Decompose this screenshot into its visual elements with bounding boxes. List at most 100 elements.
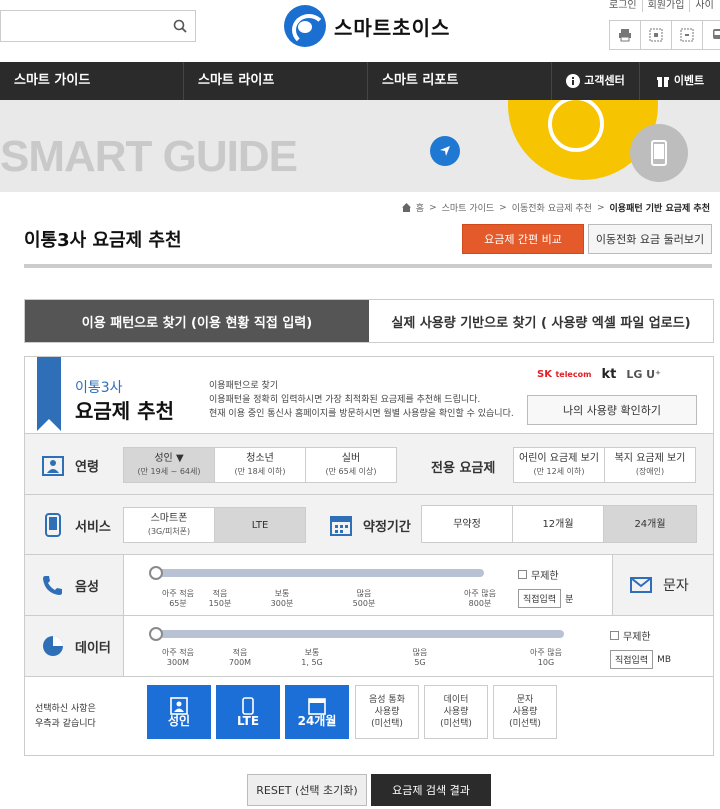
summary-value: 성인	[167, 714, 191, 728]
nav-smart-report[interactable]: 스마트 리포트	[368, 62, 552, 100]
sms-label-text: 문자	[663, 578, 689, 594]
nav-smart-guide[interactable]: 스마트 가이드	[0, 62, 184, 100]
logo-icon	[284, 5, 326, 47]
description-line: 현재 이용 중인 통신사 홈페이지를 방문하시면 월별 사용량을 확인할 수 있…	[209, 409, 514, 419]
voice-unlimited-checkbox[interactable]: 무제한	[518, 567, 559, 582]
sms-label[interactable]: 문자	[629, 573, 689, 597]
login-link[interactable]: 로그인	[604, 0, 642, 12]
breadcrumb-plan-recommend[interactable]: 이동전화 요금제 추천	[512, 201, 592, 214]
data-direct-input: 직접입력 MB	[610, 650, 671, 669]
summary-age[interactable]: 성인	[147, 685, 211, 739]
tab-actual-usage[interactable]: 실제 사용량 기반으로 찾기 ( 사용량 엑셀 파일 업로드)	[369, 300, 713, 342]
event-label: 이벤트	[673, 74, 705, 87]
search-input[interactable]	[1, 11, 161, 41]
voice-direct-field[interactable]: 직접입력	[518, 589, 562, 608]
reset-button[interactable]: RESET (선택 초기화)	[247, 774, 367, 806]
tick-label: 아주 많음	[530, 648, 562, 657]
my-usage-button[interactable]: 나의 사용량 확인하기	[527, 395, 697, 425]
contract-option-12[interactable]: 12개월	[512, 505, 604, 543]
search-icon[interactable]	[173, 19, 187, 33]
plan-compare-button[interactable]: 요금제 간편 비교	[462, 224, 584, 254]
voice-tick: 아주 많음 800분	[458, 589, 502, 609]
nav-customer-center[interactable]: 고객센터	[552, 62, 640, 100]
contract-option-none[interactable]: 무약정	[421, 505, 513, 543]
breadcrumb-separator: >	[499, 202, 507, 213]
contract-option-24[interactable]: 24개월	[603, 505, 697, 543]
calendar-icon	[329, 513, 353, 537]
zoom-out-button[interactable]	[671, 20, 703, 50]
smartphone-icon	[41, 513, 65, 537]
search-results-button[interactable]: 요금제 검색 결과	[371, 774, 491, 806]
breadcrumb-smart-guide[interactable]: 스마트 가이드	[442, 201, 495, 214]
tick-value: 5G	[414, 658, 426, 667]
breadcrumb-separator: >	[429, 202, 437, 213]
zoom-in-button[interactable]	[640, 20, 672, 50]
site-logo[interactable]: 스마트초이스	[284, 5, 450, 47]
data-slider-track[interactable]	[156, 630, 564, 638]
search-box	[0, 10, 196, 42]
summary-value: 24개월	[297, 714, 337, 728]
logo-text: 스마트초이스	[334, 15, 451, 40]
option-sub: (3G/피처폰)	[147, 527, 191, 536]
voice-label-text: 음성	[75, 579, 99, 595]
tick-label: 많음	[412, 648, 428, 657]
summary-voice[interactable]: 음성 통화 사용량 (미선택)	[355, 685, 419, 739]
service-row: 서비스 스마트폰 (3G/피처폰) LTE 약정기간 무약정 12개월 24개월	[25, 495, 713, 555]
print-button[interactable]	[609, 20, 641, 50]
customer-center-label: 고객센터	[584, 74, 625, 87]
data-unlimited-checkbox[interactable]: 무제한	[610, 628, 651, 643]
service-label-text: 서비스	[75, 519, 111, 535]
voice-unit: 분	[565, 595, 574, 605]
voice-slider-handle[interactable]	[149, 566, 163, 580]
calendar-icon	[308, 698, 326, 715]
welfare-plan-button[interactable]: 복지 요금제 보기 (장애인)	[604, 447, 696, 483]
lgu-logo: LG U⁺	[626, 368, 661, 381]
skt-logo-text: SK	[537, 369, 552, 380]
option-name: 복지 요금제 보기	[614, 453, 686, 464]
phone-call-icon	[41, 573, 65, 597]
nav-smart-life[interactable]: 스마트 라이프	[184, 62, 368, 100]
tick-value: 150분	[208, 599, 232, 608]
summary-data[interactable]: 데이터 사용량 (미선택)	[424, 685, 488, 739]
data-slider-handle[interactable]	[149, 627, 163, 641]
zoom-out-icon	[680, 28, 694, 42]
summary-text: 선택하신 사항은 우측과 같습니다	[35, 702, 96, 732]
nav-event[interactable]: 이벤트	[640, 62, 720, 100]
person-icon	[41, 453, 65, 477]
checkbox-label: 무제한	[531, 571, 559, 582]
breadcrumb-home[interactable]: 홈	[416, 201, 424, 214]
tick-label: 많음	[356, 589, 372, 598]
summary-sms[interactable]: 문자 사용량 (미선택)	[493, 685, 557, 739]
option-name: 어린이 요금제 보기	[519, 453, 599, 464]
signup-link[interactable]: 회원가입	[641, 0, 690, 12]
age-label-text: 연령	[75, 459, 99, 475]
data-direct-field[interactable]: 직접입력	[610, 650, 654, 669]
selection-summary: 선택하신 사항은 우측과 같습니다 성인 LTE 24개월 음성 통화 사용량 (미…	[25, 677, 713, 755]
tick-value: 300분	[270, 599, 294, 608]
summary-service[interactable]: LTE	[216, 685, 280, 739]
service-option-lte[interactable]: LTE	[214, 507, 306, 543]
tick-label: 아주 많음	[464, 589, 496, 598]
checkbox-label: 무제한	[623, 632, 651, 643]
voice-slider-track[interactable]	[156, 569, 484, 577]
breadcrumb: 홈 > 스마트 가이드 > 이동전화 요금제 추천 > 이용패턴 기반 요금제 추천	[401, 201, 710, 214]
data-unit: MB	[657, 654, 672, 665]
voice-slider-area: 아주 적음 65분 적음 150분 보통 300분 많음 500분 아주 많음 800분 …	[123, 555, 613, 615]
age-option-adult[interactable]: 성인 ▼ (만 19세 ~ 64세)	[123, 447, 215, 483]
kids-plan-button[interactable]: 어린이 요금제 보기 (만 12세 이하)	[513, 447, 605, 483]
option-sub: (만 19세 ~ 64세)	[137, 467, 201, 476]
age-option-senior[interactable]: 실버 (만 65세 이상)	[305, 447, 397, 483]
service-option-smartphone[interactable]: 스마트폰 (3G/피처폰)	[123, 507, 215, 543]
sitemap-link[interactable]: 사이	[689, 0, 718, 12]
age-option-youth[interactable]: 청소년 (만 18세 이하)	[214, 447, 306, 483]
tab-usage-pattern[interactable]: 이용 패턴으로 찾기 (이용 현황 직접 입력)	[25, 300, 369, 342]
voice-row: 음성 아주 적음 65분 적음 150분 보통 300분 많음 500분 아주 많음 80…	[25, 555, 713, 616]
browse-plans-button[interactable]: 이동전화 요금 둘러보기	[588, 224, 712, 254]
contract-label: 약정기간	[329, 513, 411, 537]
bus-button[interactable]	[702, 20, 720, 50]
summary-line: 사용량	[374, 707, 400, 717]
option-sub: (만 12세 이하)	[533, 467, 585, 476]
summary-contract[interactable]: 24개월	[285, 685, 349, 739]
option-sub: (장애인)	[635, 467, 665, 476]
summary-line: 데이터	[443, 695, 469, 705]
